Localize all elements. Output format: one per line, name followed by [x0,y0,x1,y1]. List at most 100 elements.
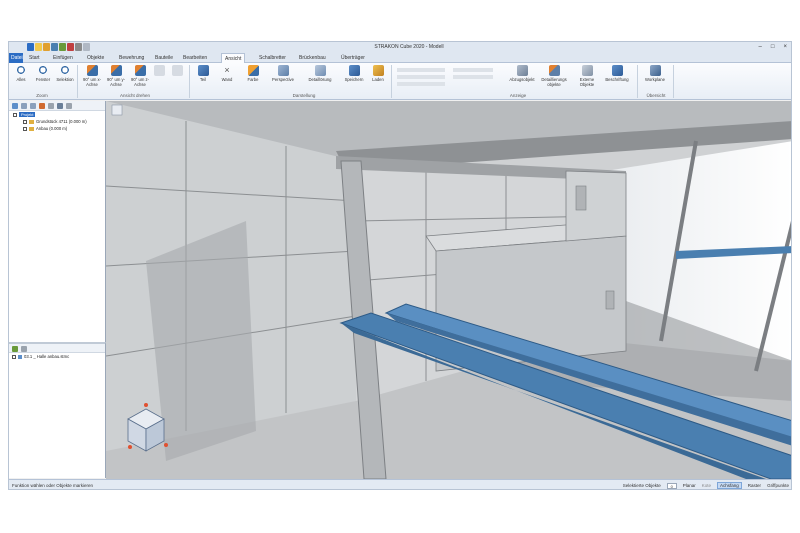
file-list-panel: 03.1 _ Halle anbau.stmc [9,342,106,478]
zoom-window-button[interactable]: Fenster [31,65,55,91]
tab-reinforcement[interactable]: Bewehrung [119,55,144,61]
open-folder-icon[interactable] [43,43,50,51]
deduction-object-icon [516,65,528,76]
tree-item-project[interactable]: Projekt [9,111,105,118]
rotate-x-icon [86,65,98,76]
folder-icon [29,119,34,124]
toggle-raster[interactable]: Raster [748,483,761,488]
rotate-x-button[interactable]: 90° um x-Achse [81,65,103,91]
copy-icon[interactable] [66,103,72,109]
tree-toolbar [9,101,105,111]
edit-icon[interactable] [39,103,45,109]
labeling-icon [611,65,623,76]
disabled-view-button [151,65,167,91]
detailing-objects-icon [548,65,560,76]
zoom-all-button[interactable]: Alles [9,65,33,91]
title-bar: STRAKON Cube 2020 - Modell – □ × [9,42,791,53]
down-icon[interactable] [30,103,36,109]
color-button[interactable]: Farbe [243,65,263,91]
group-label-rotate: Ansicht drehen [119,93,151,98]
status-message: Funktion wählen oder Objekte markieren [12,483,94,488]
rotate-y-icon [110,65,122,76]
tab-formwork[interactable]: Schalbretter [259,55,286,61]
cube-part-icon [197,65,209,76]
rotate-z-button[interactable]: 90° um z-Achse [129,65,151,91]
view-icon [153,65,165,76]
load-view-button[interactable]: Laden [369,65,387,91]
zoom-all-icon [15,65,27,76]
tree-item-site[interactable]: Grundstück 4711 (0.000 m) [9,118,105,125]
wall-button[interactable]: × Wand [217,65,237,91]
project-tree-panel: Projekt Grundstück 4711 (0.000 m) Anbau … [9,101,106,342]
workplane-icon [649,65,661,76]
dropdown-icon[interactable] [83,43,90,51]
save-icon[interactable] [51,43,58,51]
tab-edit[interactable]: Bearbeiten [183,55,207,61]
deduction-object-button[interactable]: Abzugsobjekt [507,65,537,91]
folder-icon [29,126,34,131]
checkbox[interactable] [23,119,27,124]
color-icon [247,65,259,76]
zoom-selection-icon [59,65,71,76]
window-title: STRAKON Cube 2020 - Modell [374,44,444,50]
detailing-objects-button[interactable]: Detaillierungs objekte [539,65,569,91]
perspective-button[interactable]: Perspective [269,65,297,91]
remove-file-icon[interactable] [21,346,27,352]
detail-icon [314,65,326,76]
perspective-icon [277,65,289,76]
group-separator [391,65,392,98]
rotate-z-icon [134,65,146,76]
redo-icon[interactable] [67,43,74,51]
group-label-zoom: Zoom [36,93,48,98]
selected-objects-count: 0 [666,482,677,489]
checkbox[interactable] [12,354,16,359]
file-item[interactable]: 03.1 _ Halle anbau.stmc [9,353,105,360]
toggle-planar[interactable]: Planar [683,483,696,488]
tab-file[interactable]: Datei [9,53,23,63]
checkbox[interactable] [13,112,17,117]
group-separator [637,65,638,98]
close-button[interactable]: × [783,44,787,50]
delete-icon[interactable] [48,103,54,109]
labeling-button[interactable]: Beschriftung [603,65,631,91]
group-separator [673,65,674,98]
viewport-menu-icon[interactable] [111,104,123,116]
3d-viewport[interactable] [106,101,791,479]
link-icon[interactable] [57,103,63,109]
group-label-show: Anzeige [509,93,527,98]
toggle-achsfang[interactable]: Achsfang [717,482,742,489]
maximize-button[interactable]: □ [771,44,775,50]
checkbox[interactable] [23,126,27,131]
disabled-options-list [397,68,497,90]
toggle-griffpunkte[interactable]: Griffpunkte [767,483,789,488]
rotate-y-button[interactable]: 90° um y-Achse [105,65,127,91]
app-logo-icon[interactable] [27,43,34,51]
part-button[interactable]: Teil [193,65,213,91]
tab-insert[interactable]: Einfügen [53,55,73,61]
detail-button[interactable]: Detaillösung [305,65,335,91]
workplane-button[interactable]: Workplane [641,65,669,91]
undo-icon[interactable] [59,43,66,51]
new-file-icon[interactable] [35,43,42,51]
home-icon[interactable] [12,103,18,109]
tab-components[interactable]: Bauteile [155,55,173,61]
up-icon[interactable] [21,103,27,109]
ribbon-tab-row: Datei Start Einfügen Objekte Bewehrung B… [9,53,791,64]
save-view-button[interactable]: Speichern [343,65,365,91]
wall-icon: × [224,65,230,75]
minimize-button[interactable]: – [759,44,762,50]
tree-item-annex[interactable]: Anbau (0.000 m) [9,125,105,132]
group-separator [77,65,78,98]
print-icon[interactable] [75,43,82,51]
tab-start[interactable]: Start [29,55,40,61]
model-render [106,101,791,479]
tab-objects[interactable]: Objekte [87,55,104,61]
zoom-selection-button[interactable]: Selektion [53,65,77,91]
status-bar: Funktion wählen oder Objekte markieren S… [9,479,791,489]
add-file-icon[interactable] [12,346,18,352]
tab-transfer[interactable]: Überträger [341,55,365,61]
external-objects-button[interactable]: Externe Objekte [575,65,599,91]
group-label-overview: Übersicht [646,93,666,98]
toggle-kote[interactable]: Kote [702,483,711,488]
tab-bridge[interactable]: Brückenbau [299,55,326,61]
